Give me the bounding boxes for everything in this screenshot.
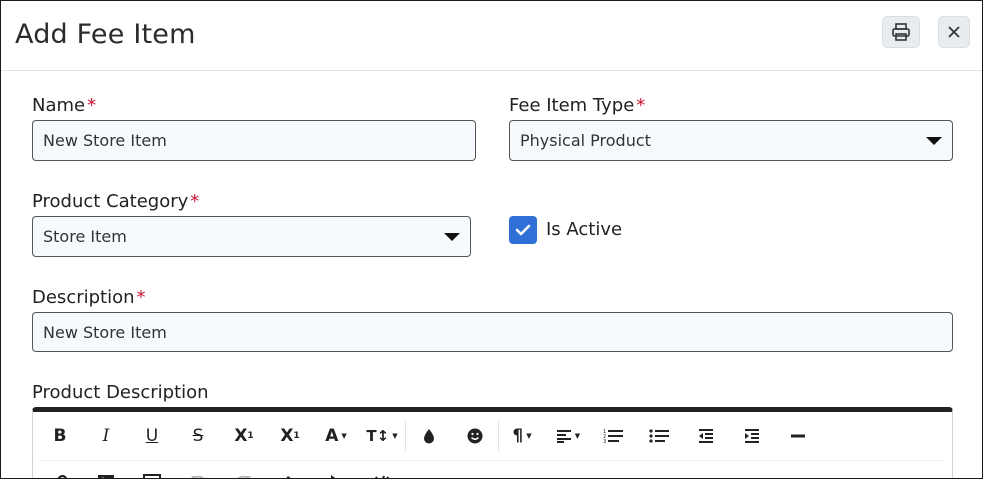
outdent-icon [699,429,713,443]
code-view-button[interactable] [359,464,405,478]
printer-icon [892,23,910,41]
fee-item-type-select[interactable]: Physical Product [509,120,953,161]
ordered-list-icon: 123 [603,429,623,444]
name-input[interactable] [43,131,465,150]
horizontal-rule-button[interactable] [775,418,821,454]
insert-table-button[interactable] [129,464,175,478]
insert-image-button[interactable] [83,464,129,478]
bold-button[interactable]: B [37,418,83,454]
link-icon [57,474,67,478]
description-input[interactable] [43,322,942,342]
outdent-button[interactable] [683,418,729,454]
image-icon [98,475,114,478]
print-button[interactable] [882,16,920,48]
svg-text:3: 3 [603,439,606,444]
product-category-select[interactable]: Store Item [32,216,471,257]
align-left-icon [556,430,571,443]
undo-icon [191,475,205,478]
indent-button[interactable] [729,418,775,454]
rich-text-editor: B I U S X1 X1 A ▼ T↕ ▼ ¶ ▼ ▼ 123 [32,407,953,478]
dialog-header: Add Fee Item [1,1,982,71]
insert-link-button[interactable] [37,464,83,478]
bullet-list-icon [649,429,669,443]
chevron-down-icon [444,233,460,241]
superscript-button[interactable]: X1 [267,418,313,454]
emoji-button[interactable] [452,418,498,454]
chevron-down-icon [926,137,942,145]
ordered-list-button[interactable]: 123 [591,418,637,454]
description-label: Description * [32,287,146,308]
table-icon [143,474,161,478]
is-active-checkbox[interactable] [509,216,537,244]
italic-button[interactable]: I [83,418,129,454]
toolbar-row-divider [39,460,946,461]
color-fill-button[interactable] [406,418,452,454]
unordered-list-button[interactable] [637,418,683,454]
redo-icon [237,475,251,478]
name-label: Name * [32,95,97,116]
eraser-icon [286,476,291,478]
is-active-label: Is Active [546,219,623,240]
close-button[interactable] [938,16,970,48]
cursor-icon [331,475,336,478]
fee-item-type-label: Fee Item Type * [509,95,646,116]
product-description-label: Product Description [32,382,209,403]
select-all-button[interactable] [313,464,359,478]
editor-toolbar-row-2 [37,462,405,478]
checkmark-icon [515,224,531,236]
code-icon [374,475,390,478]
strikethrough-button[interactable]: S [175,418,221,454]
dialog-title: Add Fee Item [15,19,196,50]
editor-toolbar-row-1: B I U S X1 X1 A ▼ T↕ ▼ ¶ ▼ ▼ 123 [37,416,821,456]
dialog: Add Fee Item Name* Fee Item Type* Physic… [0,0,983,479]
required-mark: * [87,95,97,116]
product-category-label: Product Category * [32,191,200,212]
horizontal-line-icon [791,434,805,438]
undo-button[interactable] [175,464,221,478]
product-category-value: Store Item [43,227,127,246]
redo-button[interactable] [221,464,267,478]
subscript-button[interactable]: X1 [221,418,267,454]
required-mark: * [636,95,646,116]
indent-icon [745,429,759,443]
required-mark: * [190,191,200,212]
smiley-icon [467,428,483,444]
underline-button[interactable]: U [129,418,175,454]
name-field[interactable] [32,120,476,161]
paragraph-format-button[interactable]: ¶ ▼ [499,418,545,454]
clear-formatting-button[interactable] [267,464,313,478]
align-button[interactable]: ▼ [545,418,591,454]
required-mark: * [136,287,146,308]
fee-item-type-value: Physical Product [520,131,651,150]
close-icon [948,26,960,38]
font-size-button[interactable]: T↕ ▼ [359,418,405,454]
font-color-button[interactable]: A ▼ [313,418,359,454]
description-field[interactable] [32,312,953,352]
droplet-icon [424,429,434,444]
